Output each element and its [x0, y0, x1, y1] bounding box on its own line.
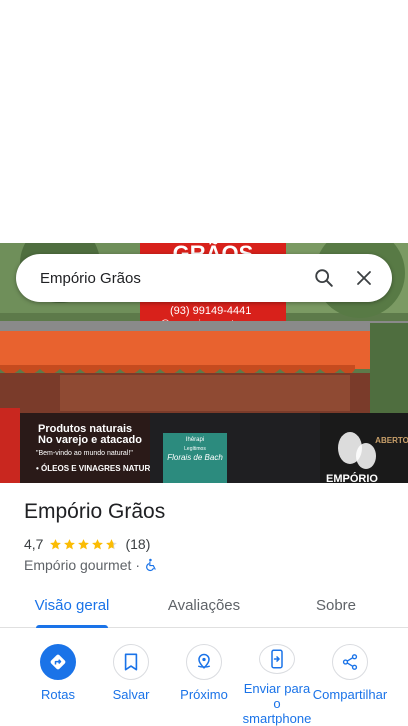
banner-line-3: "Bem-vindo ao mundo natural!" [36, 450, 133, 457]
active-tab-indicator [36, 625, 108, 628]
star-icon [50, 538, 62, 549]
search-input[interactable] [40, 269, 304, 287]
rating-stars [49, 538, 119, 551]
sign-phone: (93) 99149-4441 [170, 305, 251, 317]
map-blank-area [0, 0, 408, 243]
place-category[interactable]: Empório gourmet [24, 557, 131, 573]
search-bar [16, 254, 392, 302]
action-label: Rotas [41, 687, 75, 702]
directions-icon [50, 654, 66, 670]
rating-row[interactable]: 4,7 (18) [24, 536, 150, 552]
tab-label: Sobre [315, 597, 357, 614]
open-badge: ABERTO [375, 436, 408, 445]
wheelchair-accessible-icon [146, 558, 156, 572]
nearby-icon [197, 653, 211, 669]
action-label: Enviar para o smartphone [242, 681, 312, 726]
share-icon [342, 654, 358, 670]
star-icon [78, 538, 90, 549]
poster-sub: Legítimos [184, 446, 206, 452]
separator: · [135, 557, 141, 573]
category-row: Empório gourmet · [24, 557, 158, 573]
action-label: Salvar [112, 687, 150, 702]
save-button[interactable]: Salvar [95, 644, 167, 726]
star-icon [106, 538, 118, 549]
right-sign-text: EMPÓRIO [326, 472, 378, 483]
directions-button[interactable]: Rotas [22, 644, 94, 726]
star-icon [92, 538, 104, 549]
share-circle[interactable] [332, 644, 368, 680]
review-count[interactable]: (18) [125, 536, 150, 552]
share-button[interactable]: Compartilhar [312, 644, 388, 726]
save-circle[interactable] [113, 644, 149, 680]
send-to-phone-circle[interactable] [259, 644, 295, 674]
tab-label: Avaliações [167, 597, 241, 614]
nearby-circle[interactable] [186, 644, 222, 680]
banner-line-2: No varejo e atacado [38, 434, 142, 446]
tab-reviews[interactable]: Avaliações [144, 584, 264, 627]
star-icon [64, 538, 76, 549]
tab-overview[interactable]: Visão geral [0, 584, 144, 628]
directions-circle[interactable] [40, 644, 76, 680]
search-icon [315, 269, 333, 287]
send-to-phone-icon [271, 649, 283, 669]
poster-title: Florais de Bach [167, 453, 223, 462]
send-to-phone-button[interactable]: Enviar para o smartphone [241, 644, 313, 726]
tab-bar: Visão geral Avaliações Sobre [0, 584, 408, 628]
place-title: Empório Grãos [24, 500, 166, 523]
close-icon [357, 271, 371, 285]
search-button[interactable] [304, 258, 344, 298]
poster-brand: Ihêrapi [186, 437, 204, 443]
action-label: Próximo [180, 687, 228, 702]
nearby-button[interactable]: Próximo [168, 644, 240, 726]
rating-value: 4,7 [24, 536, 44, 552]
tab-about[interactable]: Sobre [264, 584, 408, 627]
action-label: Compartilhar [312, 687, 388, 702]
clear-search-button[interactable] [344, 258, 384, 298]
tab-label: Visão geral [34, 597, 110, 614]
bookmark-icon [124, 653, 138, 671]
action-buttons: Rotas Salvar Próximo Enviar para o smart… [0, 644, 408, 726]
banner-line-4: • ÓLEOS E VINAGRES NATURAIS [36, 464, 164, 473]
